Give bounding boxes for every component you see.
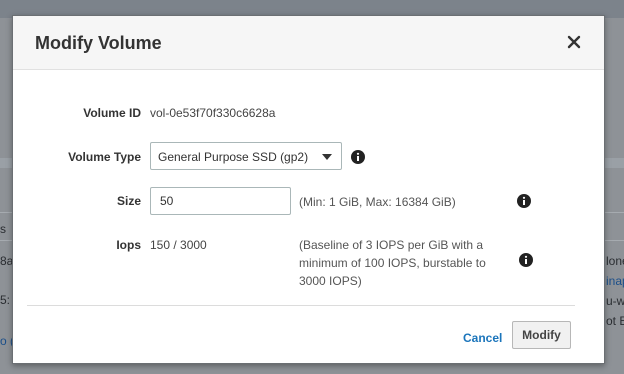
size-input[interactable]: [150, 187, 291, 215]
dialog-header: Modify Volume: [13, 16, 604, 70]
info-icon[interactable]: [517, 194, 531, 208]
cancel-button[interactable]: Cancel: [463, 331, 502, 345]
iops-value: 150 / 3000: [150, 238, 207, 252]
background-link[interactable]: inap: [606, 274, 624, 288]
background-text: ot E: [606, 314, 624, 328]
chevron-down-icon: [322, 154, 332, 160]
volume-id-label: Volume ID: [83, 106, 141, 120]
footer-divider: [27, 305, 575, 306]
background-text: s: [0, 222, 6, 236]
info-icon[interactable]: [519, 253, 533, 267]
size-label: Size: [116, 194, 141, 208]
modify-button[interactable]: Modify: [512, 321, 571, 349]
close-icon: [567, 35, 581, 49]
iops-hint-line: (Baseline of 3 IOPS per GiB with a: [299, 238, 484, 252]
volume-type-label: Volume Type: [68, 150, 141, 164]
iops-hint-line: minimum of 100 IOPS, burstable to: [299, 256, 486, 270]
iops-hint: (Baseline of 3 IOPS per GiB with a minim…: [299, 236, 486, 290]
modify-volume-dialog: Modify Volume Volume ID vol-0e53f70f330c…: [12, 15, 605, 364]
size-hint: (Min: 1 GiB, Max: 16384 GiB): [299, 195, 456, 209]
volume-type-select[interactable]: General Purpose SSD (gp2): [150, 142, 342, 170]
volume-id-value: vol-0e53f70f330c6628a: [150, 106, 276, 120]
background-text: 5:: [0, 293, 11, 307]
iops-label: Iops: [116, 238, 141, 252]
close-button[interactable]: [564, 32, 584, 52]
background-text: lone: [606, 254, 624, 268]
volume-type-selected: General Purpose SSD (gp2): [158, 150, 309, 164]
dialog-title: Modify Volume: [35, 33, 162, 53]
iops-hint-line: 3000 IOPS): [299, 274, 362, 288]
info-icon[interactable]: [351, 150, 365, 164]
background-text: u-we: [606, 294, 624, 308]
